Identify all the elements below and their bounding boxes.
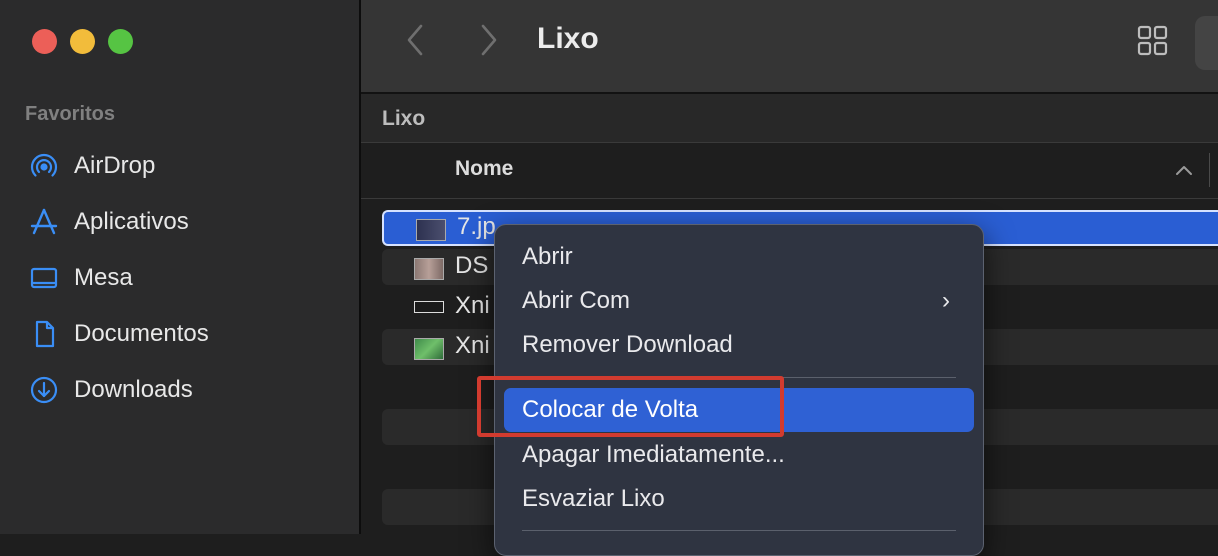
applications-icon <box>28 206 60 238</box>
sidebar-section-title: Favoritos <box>25 103 116 125</box>
window-title: Lixo <box>537 22 599 55</box>
file-name: 7.jp <box>457 213 496 240</box>
sidebar: Favoritos AirDrop Aplicativos Mesa Docum… <box>0 0 361 534</box>
path-label: Lixo <box>382 107 426 130</box>
sidebar-item-label: Documentos <box>74 320 209 347</box>
menu-item-label: Esvaziar Lixo <box>522 485 665 512</box>
menu-item-delete-immediately[interactable]: Apagar Imediatamente... <box>504 433 974 477</box>
zoom-window-button[interactable] <box>108 29 133 54</box>
sort-ascending-icon[interactable] <box>1173 161 1195 179</box>
column-header-name[interactable]: Nome <box>455 157 513 181</box>
view-mode-button[interactable] <box>1136 24 1170 58</box>
menu-item-open-with[interactable]: Abrir Com › <box>504 279 974 323</box>
image-thumbnail-icon <box>414 338 444 360</box>
menu-item-label: Abrir Com <box>522 287 631 314</box>
menu-item-empty-trash[interactable]: Esvaziar Lixo <box>504 477 974 521</box>
image-thumbnail-icon <box>414 258 444 280</box>
sidebar-item-label: Mesa <box>74 264 133 291</box>
window-controls <box>32 29 133 54</box>
chevron-right-icon: › <box>942 287 950 314</box>
chevron-right-icon <box>481 24 497 56</box>
image-thumbnail-icon <box>416 219 446 241</box>
desktop-icon <box>28 262 60 294</box>
column-divider[interactable] <box>1209 153 1210 187</box>
minimize-window-button[interactable] <box>70 29 95 54</box>
sidebar-item-label: AirDrop <box>74 152 156 179</box>
back-button[interactable] <box>401 22 431 58</box>
file-name: DS <box>455 252 489 279</box>
document-icon <box>28 318 60 350</box>
sidebar-item-label: Aplicativos <box>74 208 189 235</box>
toolbar: Lixo <box>361 0 1218 94</box>
file-name: Xni <box>455 332 490 359</box>
forward-button[interactable] <box>473 22 503 58</box>
path-bar: Lixo <box>361 94 1218 143</box>
menu-item-label: Remover Download <box>522 331 733 358</box>
menu-item-open[interactable]: Abrir <box>504 235 974 279</box>
column-header[interactable]: Nome <box>361 143 1218 199</box>
download-icon <box>28 374 60 406</box>
file-name: Xni <box>455 292 490 319</box>
menu-item-label: Apagar Imediatamente... <box>522 441 785 468</box>
sidebar-item-applications[interactable]: Aplicativos <box>28 194 209 250</box>
menu-item-remove-download[interactable]: Remover Download <box>504 323 974 367</box>
sidebar-item-airdrop[interactable]: AirDrop <box>28 138 209 194</box>
airdrop-icon <box>28 150 60 182</box>
sidebar-item-desktop[interactable]: Mesa <box>28 250 209 306</box>
menu-item-label: Abrir <box>522 243 573 270</box>
sidebar-list: AirDrop Aplicativos Mesa Documentos Down… <box>28 138 209 418</box>
sidebar-item-documents[interactable]: Documentos <box>28 306 209 362</box>
annotation-highlight-box <box>477 376 784 437</box>
image-thumbnail-icon <box>414 301 444 313</box>
chevron-left-icon <box>407 24 423 56</box>
sidebar-item-label: Downloads <box>74 376 193 403</box>
toolbar-group-button[interactable] <box>1195 16 1218 70</box>
menu-separator <box>522 530 956 531</box>
close-window-button[interactable] <box>32 29 57 54</box>
sidebar-item-downloads[interactable]: Downloads <box>28 362 209 418</box>
grid-view-icon <box>1137 25 1168 56</box>
